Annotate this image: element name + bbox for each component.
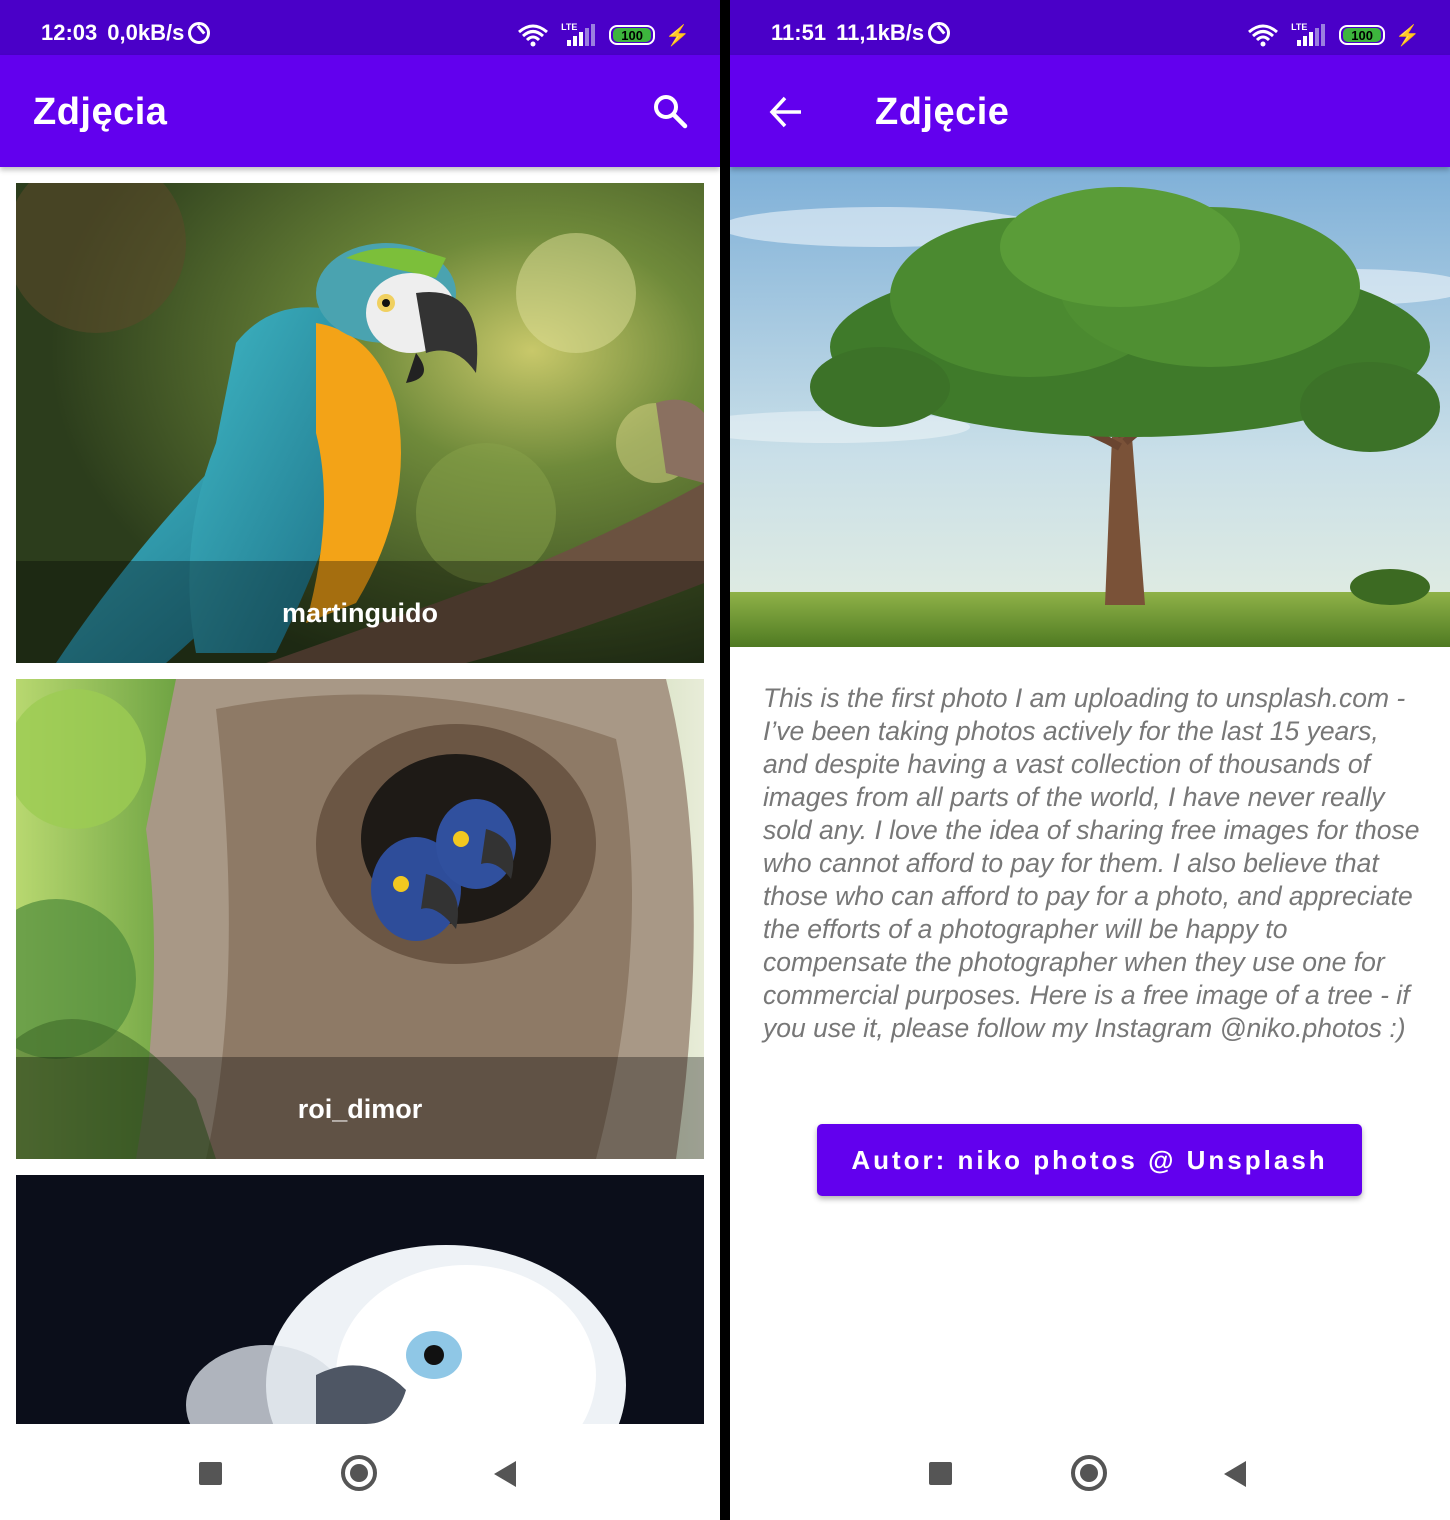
photo-card[interactable]: martinguido <box>16 183 704 663</box>
tree-in-field-photo <box>730 167 1450 647</box>
white-cockatoo-photo <box>16 1175 704 1424</box>
back-nav-icon[interactable] <box>1224 1461 1246 1487</box>
charging-icon: ⚡ <box>665 24 690 47</box>
status-bar: 11:51 11,1kB/s LTE 100 ⚡ <box>730 0 1450 55</box>
status-net-speed: 0,0kB/s <box>107 20 185 45</box>
system-nav-bar <box>0 1424 720 1520</box>
battery-level: 100 <box>1343 28 1382 43</box>
signal-icon: LTE <box>559 22 599 48</box>
status-net-speed: 11,1kB/s <box>836 20 925 45</box>
back-nav-icon[interactable] <box>494 1461 516 1487</box>
recent-apps-icon[interactable] <box>929 1462 952 1485</box>
page-title: Zdjęcia <box>33 91 168 133</box>
status-time: 11:51 <box>771 20 827 45</box>
charging-icon: ⚡ <box>1395 24 1420 47</box>
home-icon[interactable] <box>1071 1455 1107 1491</box>
author-button[interactable]: Autor: niko photos @ Unsplash <box>817 1124 1362 1196</box>
wifi-icon <box>1248 24 1279 47</box>
wifi-icon <box>518 24 549 47</box>
search-icon[interactable] <box>652 93 688 129</box>
photo-description: This is the first photo I am uploading t… <box>763 683 1420 1043</box>
photo-card[interactable] <box>16 1175 704 1424</box>
home-icon[interactable] <box>341 1455 377 1491</box>
photo-image <box>730 167 1450 647</box>
photo-card[interactable]: roi_dimor <box>16 679 704 1159</box>
system-nav-bar <box>730 1424 1450 1520</box>
page-title: Zdjęcie <box>875 91 1010 133</box>
gallery-screen: 12:03 0,0kB/s LTE 100 ⚡ Zdjęcia martingu… <box>0 0 720 1520</box>
battery-icon: 100 <box>609 25 656 45</box>
status-time: 12:03 <box>41 20 98 45</box>
photo-detail-screen: 11:51 11,1kB/s LTE 100 ⚡ Zdjęcie This is… <box>730 0 1450 1520</box>
battery-level: 100 <box>613 28 652 43</box>
signal-icon: LTE <box>1289 22 1329 48</box>
photo-author-caption: martinguido <box>282 598 438 628</box>
recent-apps-icon[interactable] <box>199 1462 222 1485</box>
data-saver-icon <box>188 22 211 44</box>
app-bar: Zdjęcie <box>730 55 1450 167</box>
photo-author-caption: roi_dimor <box>297 1094 423 1124</box>
battery-icon: 100 <box>1339 25 1386 45</box>
app-bar: Zdjęcia <box>0 55 720 167</box>
data-saver-icon <box>928 22 951 44</box>
status-bar: 12:03 0,0kB/s LTE 100 ⚡ <box>0 0 720 55</box>
arrow-back-icon[interactable] <box>768 94 804 130</box>
